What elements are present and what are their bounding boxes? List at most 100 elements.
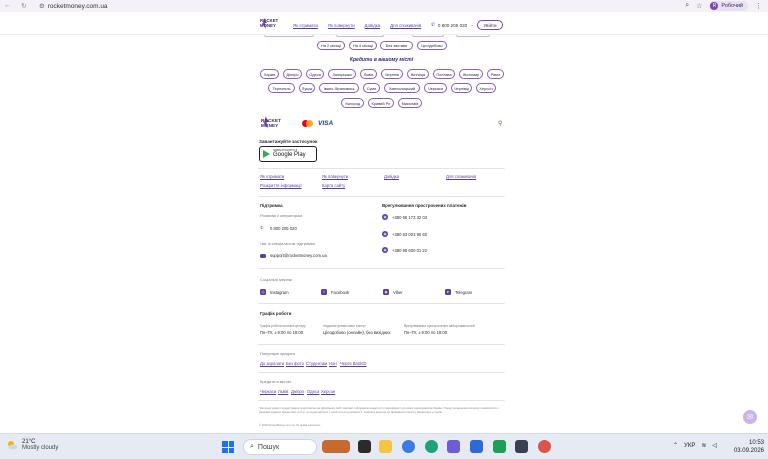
footer-link-disclosure[interactable]: Розкриття інформації [260,183,302,188]
taskbar-search[interactable]: ⌕ Пошук [243,439,317,455]
site-info-icon[interactable]: ⚙ [39,2,45,10]
nav-consumers[interactable]: Для споживачів [390,23,421,28]
popular-link[interactable]: Через BankID [340,361,367,366]
social-viber[interactable]: Viber [393,290,403,295]
logo[interactable]: ROCKET MONEY [260,18,278,29]
city-pill[interactable]: Ужгород [341,98,364,108]
operator-label: Розмова з оператором [260,213,303,218]
city-pill[interactable]: Запоріжжя [328,69,356,79]
city-pill[interactable]: Вінниця [407,69,429,79]
volume-icon[interactable]: ◁ [712,442,717,449]
pill-24-7[interactable]: Цілодобово [417,41,447,50]
mastercard-icon [302,120,313,127]
nav-how-return[interactable]: Як повернути [328,23,355,28]
windows-start-icon[interactable] [222,441,234,453]
divider [258,168,505,169]
popular-link[interactable]: Студентам [306,361,327,366]
popular-link[interactable]: Нон [329,361,337,366]
excel-icon[interactable] [493,440,506,453]
header-phone-number: 0 800 205 020 [437,22,468,28]
clock[interactable]: 10:53 03.09.2026 [722,439,764,455]
login-button[interactable]: Увійти [477,20,503,30]
language-indicator[interactable]: УКР [684,443,695,449]
city-pill[interactable]: Черкаси [424,83,447,93]
popular-link[interactable]: Без фото [286,361,304,366]
fine-print: *Детальні умови з кредитування представл… [259,407,499,414]
pill-no-collateral[interactable]: Без застави [380,41,413,50]
city-credit-link[interactable]: Херсон [321,389,335,394]
operator-phone[interactable]: 0 800 205 020 [270,226,297,231]
news-widget-icon[interactable] [322,440,350,453]
avatar: R [710,2,719,10]
accessibility-icon[interactable]: ⚲ [498,120,502,127]
divider [258,268,505,269]
chrome-active-icon[interactable] [538,440,551,453]
footer-link-sitemap[interactable]: Карта сайту [322,183,345,188]
city-pill[interactable]: Рівне [487,69,504,79]
menu-icon[interactable]: ⋮ [755,2,762,10]
pill-2-months[interactable]: На 2 місяці [317,41,345,50]
pill-4-months[interactable]: На 4 місяці [349,41,377,50]
edge-icon[interactable] [425,440,438,453]
city-pill[interactable]: Чернігів [381,69,403,79]
nav-how-get[interactable]: Як отримати [293,23,318,28]
social-instagram[interactable]: Instagram [270,290,289,295]
city-pill[interactable]: Харків [260,69,279,79]
city-pill[interactable]: Тернопіль [268,83,295,93]
overdue-phone[interactable]: +380 68 600 01 22 [392,248,427,253]
task-view-icon[interactable] [358,440,371,453]
footer-link-consumers[interactable]: Для споживачів [446,174,476,179]
taskbar: 21°C Mostly cloudy ⌕ Пошук ⌃ УКР ≋ ◁ 10:… [0,433,768,459]
city-credit-link[interactable]: Одеса [307,389,319,394]
profile-button[interactable]: R Робочий [709,1,748,11]
address-bar[interactable]: ⚙ rocketmoney.com.ua [39,2,108,11]
popular-link[interactable]: До зарплати [260,361,284,366]
zoom-icon[interactable]: ⌕ [685,2,689,10]
overdue-phone[interactable]: +380 68 173 32 03 [392,215,427,220]
city-pill[interactable]: Суми [363,83,380,93]
logo-line-2: MONEY [260,22,276,28]
google-play-button[interactable]: Завантажити з Google Play [259,146,317,162]
city-pill[interactable]: Чернівці [451,83,472,93]
city-pill[interactable]: Миколаїв [398,98,422,108]
wifi-icon[interactable]: ≋ [701,442,706,449]
chevron-up-icon[interactable]: ⌃ [673,442,678,449]
nav-help[interactable]: Довідка [365,23,380,28]
city-pill[interactable]: Одеса [306,69,324,79]
bookmark-star-icon[interactable]: ☆ [696,2,702,10]
footer-link-how-return[interactable]: Як повернути [322,174,348,179]
chrome-icon[interactable] [402,440,415,453]
overdue-phone[interactable]: +380 63 003 90 60 [392,232,427,237]
city-pill[interactable]: Житомир [459,69,483,79]
city-credit-link[interactable]: Львів [278,389,288,394]
social-telegram[interactable]: Telegram [455,290,472,295]
clock-date: 03.09.2026 [733,448,764,454]
city-credit-link[interactable]: Дніпро [291,389,304,394]
footer-logo[interactable]: ROCKET MONEY [261,116,281,129]
city-pill[interactable]: Луцьк [299,83,315,93]
weather-widget[interactable]: 21°C Mostly cloudy [6,439,58,451]
reload-icon[interactable]: ↻ [21,2,27,10]
chat-button[interactable]: ✉ [743,410,757,424]
teams-icon[interactable] [447,440,460,453]
city-pill[interactable]: Полтава [433,69,455,79]
email-label: Чат зі спеціалістом підтримки [260,241,315,246]
divider [258,303,505,304]
outlook-icon[interactable] [470,440,483,453]
app-icon[interactable] [515,440,528,453]
social-facebook[interactable]: Facebook [331,290,349,295]
footer-link-help[interactable]: Довідка [384,174,399,179]
city-pill[interactable]: Дніпро [283,69,302,79]
city-pill[interactable]: Кривий Ріг [368,98,394,108]
footer-link-how-get[interactable]: Як отримати [260,174,284,179]
header-phone[interactable]: ✆ 0 800 205 020 ⌄ [431,22,474,28]
site-header: ROCKET MONEY Як отримати Як повернути До… [0,13,768,35]
file-explorer-icon[interactable] [379,440,392,453]
city-pill[interactable]: Івано-Франківськ [319,83,359,93]
city-pill[interactable]: Львів [360,69,377,79]
support-email[interactable]: support@rocketmoney.com.ua [270,253,327,258]
city-pill[interactable]: Хмельницький [384,83,420,93]
city-credit-link[interactable]: Черкаси [260,389,276,394]
city-pill[interactable]: Херсон [476,83,496,93]
back-icon[interactable]: ← [4,2,11,10]
